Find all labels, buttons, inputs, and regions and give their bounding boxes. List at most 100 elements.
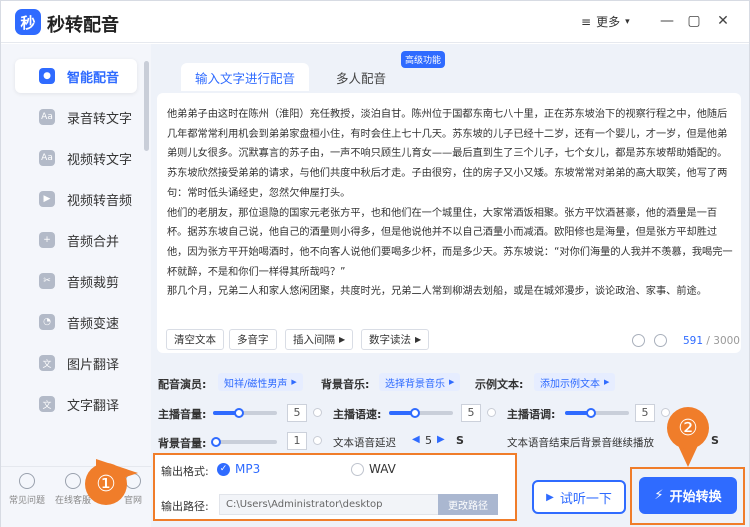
sidebar-item-label: 录音转文字 <box>67 111 133 127</box>
path-label: 输出路径: <box>161 500 209 513</box>
voice-label: 配音演员: <box>158 378 207 391</box>
bgm-value: 选择背景音乐 <box>385 378 445 390</box>
sidebar-item-label: 文字翻译 <box>67 398 120 414</box>
more-menu[interactable]: ≡ 更多 ▾ <box>581 13 630 30</box>
format-mp3-label: MP3 <box>235 462 261 476</box>
headset-icon <box>65 473 81 489</box>
continue-unit: S <box>711 434 719 447</box>
vol-dot <box>313 408 322 417</box>
minimize-icon[interactable]: — <box>657 11 677 31</box>
bgm-label: 背景音乐: <box>321 378 370 391</box>
marker-1: ① <box>85 463 127 505</box>
pitch-dot <box>661 408 670 417</box>
sidebar-item-label: 视频转音频 <box>67 193 133 209</box>
maximize-icon[interactable]: ▢ <box>684 11 704 31</box>
sidebar-item-label: 音频变速 <box>67 316 120 332</box>
speed-label: 主播语速: <box>333 408 382 421</box>
sidebar-item-audio-merge[interactable]: + 音频合并 <box>15 223 137 257</box>
share-icon[interactable] <box>654 334 667 347</box>
change-path-button[interactable]: 更改路径 <box>438 494 498 515</box>
sidebar-item-smart-dubbing[interactable]: ● 智能配音 <box>15 59 137 93</box>
preview-button[interactable]: ▶ 试听一下 <box>532 480 626 514</box>
sidebar-item-label: 音频裁剪 <box>67 275 120 291</box>
text-translate-icon: 文 <box>39 396 55 412</box>
tab-text-dubbing[interactable]: 输入文字进行配音 <box>181 63 309 91</box>
close-icon[interactable]: ✕ <box>713 11 733 31</box>
play-icon: ▶ <box>546 491 554 503</box>
char-counter: 591 / 3000 <box>683 335 740 347</box>
app-logo: 秒 <box>15 9 41 35</box>
sidebar-item-audio-speed[interactable]: ◔ 音频变速 <box>15 305 137 339</box>
sidebar-scrollbar[interactable] <box>144 61 149 151</box>
speed-input[interactable]: 5 <box>461 404 481 422</box>
question-icon <box>19 473 35 489</box>
voice-select[interactable]: 知祥/磁性男声 ▶ <box>218 373 303 391</box>
speed-icon: ◔ <box>39 314 55 330</box>
delay-label: 文本语音延迟 <box>333 437 396 449</box>
speed-dot <box>487 408 496 417</box>
refresh-icon[interactable] <box>632 334 645 347</box>
sidebar-item-image-translate[interactable]: 文图片翻译 <box>15 346 137 380</box>
chevron-down-icon: ▾ <box>625 16 630 27</box>
audio-text-icon: Aa <box>39 109 55 125</box>
sidebar-item-label: 音频合并 <box>67 234 120 250</box>
start-convert-button[interactable]: ⚡ 开始转换 <box>639 477 737 514</box>
website-label: 官网 <box>123 496 142 506</box>
pitch-label: 主播语调: <box>507 408 556 421</box>
start-label: 开始转换 <box>669 490 722 505</box>
app-title: 秒转配音 <box>47 15 119 36</box>
bgm-select[interactable]: 选择背景音乐 ▶ <box>379 373 461 391</box>
change-path-label: 更改路径 <box>448 501 488 512</box>
delay-unit: S <box>456 434 464 447</box>
microphone-icon: ● <box>39 68 55 84</box>
sidebar-item-video-to-audio[interactable]: ▶ 视频转音频 <box>15 182 137 216</box>
sidebar-item-text-translate[interactable]: 文文字翻译 <box>15 387 137 421</box>
format-mp3-radio[interactable]: ✓ <box>217 463 230 476</box>
speed-slider-handle[interactable] <box>409 408 420 418</box>
vol-input[interactable]: 5 <box>287 404 307 422</box>
pitch-slider-handle[interactable] <box>585 408 596 418</box>
bgvol-dot <box>313 436 322 445</box>
video-audio-icon: ▶ <box>39 191 55 207</box>
clear-text-button[interactable]: 清空文本 <box>166 329 224 350</box>
sidebar-item-label: 视频转文字 <box>67 152 133 168</box>
faq-label: 常见问题 <box>8 496 45 506</box>
caret-right-icon: ▶ <box>415 335 422 344</box>
polyphone-label: 多音字 <box>237 334 269 346</box>
output-path-input[interactable]: C:\Users\Administrator\desktop <box>219 494 439 515</box>
faq-link[interactable]: 常见问题 <box>5 473 49 506</box>
bgvol-slider[interactable] <box>213 440 277 444</box>
polyphone-button[interactable]: 多音字 <box>229 329 277 350</box>
sample-value: 添加示例文本 <box>540 378 600 390</box>
output-path-value: C:\Users\Administrator\desktop <box>226 499 383 510</box>
convert-icon: ⚡ <box>654 488 664 503</box>
marker-2: ② <box>667 407 709 449</box>
pitch-input[interactable]: 5 <box>635 404 655 422</box>
sidebar-item-audio-to-text[interactable]: Aa 录音转文字 <box>15 100 137 134</box>
tab-multi-voice[interactable]: 多人配音 <box>321 63 401 91</box>
vol-slider-handle[interactable] <box>233 408 244 418</box>
video-text-icon: Aa <box>39 150 55 166</box>
layers-icon: ≡ <box>581 14 592 29</box>
insert-pause-label: 插入间隔 <box>293 334 335 346</box>
image-translate-icon: 文 <box>39 355 55 371</box>
char-max: / 3000 <box>706 335 740 347</box>
delay-increase-icon[interactable]: ▶ <box>437 434 445 445</box>
number-reading-label: 数字读法 <box>369 334 411 346</box>
support-label: 在线客服 <box>54 496 91 506</box>
caret-right-icon: ▶ <box>291 378 297 386</box>
sample-label: 示例文本: <box>475 378 524 391</box>
insert-pause-button[interactable]: 插入间隔 ▶ <box>285 329 354 350</box>
sample-select[interactable]: 添加示例文本 ▶ <box>534 373 616 391</box>
number-reading-button[interactable]: 数字读法 ▶ <box>361 329 430 350</box>
sidebar-item-audio-cut[interactable]: ✂ 音频裁剪 <box>15 264 137 298</box>
sidebar-item-label: 图片翻译 <box>67 357 120 373</box>
bgvol-input[interactable]: 1 <box>287 432 307 450</box>
editor-text[interactable]: 他弟弟子由这时在陈州（淮阳）充任教授，淡泊自甘。陈州位于国都东南七八十里，正在苏… <box>167 105 733 302</box>
sidebar-item-video-to-text[interactable]: Aa 视频转文字 <box>15 141 137 175</box>
caret-right-icon: ▶ <box>604 378 610 386</box>
format-wav-radio[interactable] <box>351 463 364 476</box>
delay-decrease-icon[interactable]: ◀ <box>412 434 420 445</box>
merge-icon: + <box>39 232 55 248</box>
bgvol-label: 背景音量: <box>158 437 207 450</box>
